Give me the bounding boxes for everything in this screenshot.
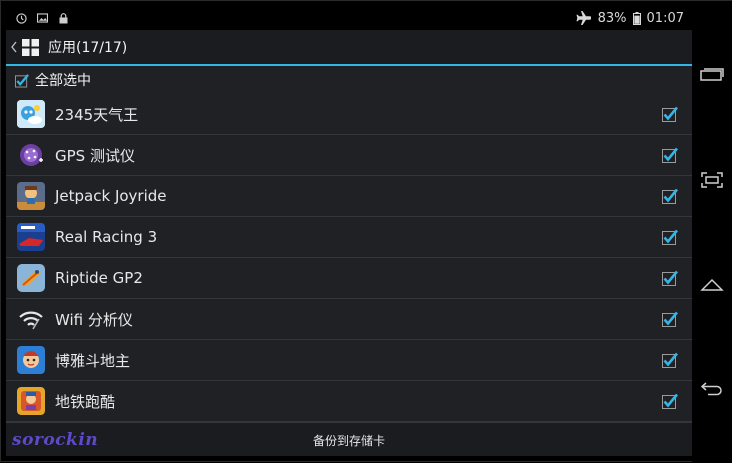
select-all-checkbox[interactable] <box>15 73 29 88</box>
page-title: 应用(17/17) <box>48 40 128 56</box>
wifi-app-icon <box>17 305 45 333</box>
app-name: 地铁跑酷 <box>55 392 116 411</box>
app-name: Jetpack Joyride <box>55 187 167 205</box>
navigation-bar <box>692 1 732 463</box>
riptide-app-icon <box>17 264 45 292</box>
image-icon <box>36 12 48 24</box>
gps-app-icon <box>17 141 45 169</box>
lock-icon <box>57 12 69 24</box>
screen: 83% 01:07 应用(17/17) 全部选中 2345天气王 GPS 测试仪… <box>6 6 692 456</box>
status-left-icons <box>6 12 69 24</box>
app-list: 2345天气王 GPS 测试仪 Jetpack Joyride Real Rac… <box>6 94 692 422</box>
status-time: 01:07 <box>646 10 684 26</box>
app-name: Real Racing 3 <box>55 228 158 246</box>
status-right: 83% 01:07 <box>576 11 692 26</box>
racing-app-icon <box>17 223 45 251</box>
device-frame: 83% 01:07 应用(17/17) 全部选中 2345天气王 GPS 测试仪… <box>0 0 732 463</box>
list-item[interactable]: 地铁跑酷 <box>6 381 692 422</box>
app-checkbox[interactable] <box>662 311 679 327</box>
bottom-bar: 备份到存储卡 <box>6 422 692 456</box>
select-all-row[interactable]: 全部选中 <box>6 66 692 94</box>
subway-app-icon <box>17 387 45 415</box>
list-item[interactable]: 博雅斗地主 <box>6 340 692 381</box>
list-item[interactable]: Jetpack Joyride <box>6 176 692 217</box>
cards-app-icon <box>17 346 45 374</box>
select-all-label: 全部选中 <box>35 73 91 89</box>
list-item[interactable]: Wifi 分析仪 <box>6 299 692 340</box>
jetpack-app-icon <box>17 182 45 210</box>
home-icon[interactable] <box>699 271 725 297</box>
apps-grid-icon[interactable] <box>22 38 40 56</box>
list-item[interactable]: 2345天气王 <box>6 94 692 135</box>
recent-apps-icon[interactable] <box>699 61 725 87</box>
app-checkbox[interactable] <box>662 229 679 245</box>
app-checkbox[interactable] <box>662 270 679 286</box>
app-checkbox[interactable] <box>662 393 679 409</box>
watermark: sorockin <box>12 430 99 450</box>
status-bar: 83% 01:07 <box>6 6 692 30</box>
airplane-icon <box>576 11 592 25</box>
app-name: GPS 测试仪 <box>55 146 135 165</box>
app-checkbox[interactable] <box>662 147 679 163</box>
app-checkbox[interactable] <box>662 352 679 368</box>
backup-to-sdcard-button[interactable]: 备份到存储卡 <box>313 432 385 449</box>
list-item[interactable]: Real Racing 3 <box>6 217 692 258</box>
app-checkbox[interactable] <box>662 106 679 122</box>
list-item[interactable]: GPS 测试仪 <box>6 135 692 176</box>
back-icon[interactable] <box>699 375 725 401</box>
battery-icon <box>632 11 641 25</box>
weather-app-icon <box>17 100 45 128</box>
battery-percent: 83% <box>597 10 627 26</box>
clock-icon <box>15 12 27 24</box>
app-name: 2345天气王 <box>55 105 139 124</box>
list-item[interactable]: Riptide GP2 <box>6 258 692 299</box>
app-name: Wifi 分析仪 <box>55 310 133 329</box>
app-name: 博雅斗地主 <box>55 351 131 370</box>
app-name: Riptide GP2 <box>55 269 143 287</box>
action-bar: 应用(17/17) <box>6 30 692 66</box>
app-checkbox[interactable] <box>662 188 679 204</box>
back-caret-icon[interactable] <box>8 37 20 57</box>
screenshot-icon[interactable] <box>699 167 725 193</box>
